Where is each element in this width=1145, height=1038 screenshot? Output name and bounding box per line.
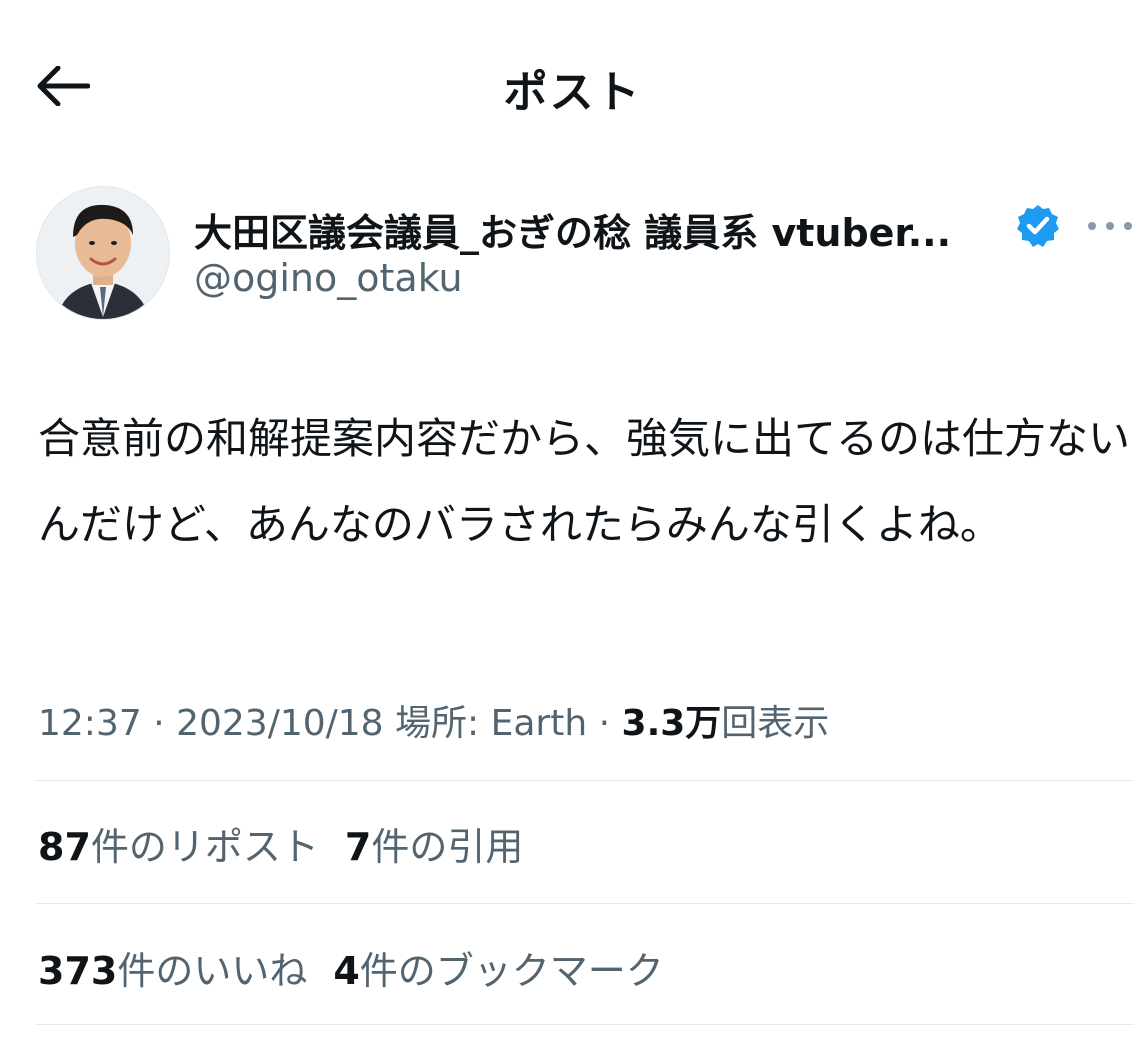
bookmarks-stat[interactable]: 4件のブックマーク [333, 940, 663, 995]
top-bar: ポスト [0, 0, 1145, 170]
views-label: 回表示 [721, 703, 830, 744]
post-meta: 12:37 · 2023/10/18 場所: Earth · 3.3万回表示 [38, 694, 829, 746]
likes-stat[interactable]: 373件のいいね [38, 940, 307, 995]
reposts-label: 件のリポスト [90, 825, 319, 869]
reposts-stat[interactable]: 87件のリポスト [38, 816, 319, 871]
avatar-image [37, 187, 169, 319]
quotes-stat[interactable]: 7件の引用 [345, 816, 523, 871]
divider [36, 780, 1134, 781]
author-display-name[interactable]: 大田区議会議員_おぎの稔 議員系 vtuber... [194, 202, 951, 257]
quotes-count: 7 [344, 825, 372, 869]
post-time[interactable]: 12:37 [38, 703, 142, 744]
post-date[interactable]: 2023/10/18 [176, 703, 384, 744]
views-count[interactable]: 3.3万 [622, 703, 722, 744]
stats-row-likes: 373件のいいね 4件のブックマーク [38, 940, 690, 995]
post-location[interactable]: 場所: Earth [395, 703, 587, 744]
verified-badge-icon [1017, 205, 1059, 247]
reposts-count: 87 [38, 825, 91, 869]
likes-label: 件のいいね [117, 949, 308, 993]
quotes-label: 件の引用 [371, 825, 524, 869]
divider [36, 1024, 1134, 1025]
more-horizontal-icon[interactable] [1080, 208, 1140, 244]
post-text: 合意前の和解提案内容だから、強気に出てるのは仕方ないんだけど、あんなのバラされた… [38, 414, 1131, 549]
meta-separator: · [587, 703, 622, 744]
page-title: ポスト [503, 67, 642, 118]
author-handle[interactable]: @ogino_otaku [194, 256, 463, 300]
avatar[interactable] [36, 186, 170, 320]
bookmarks-label: 件のブックマーク [359, 949, 664, 993]
bookmarks-count: 4 [333, 949, 360, 993]
likes-count: 373 [38, 949, 118, 993]
divider [36, 903, 1134, 904]
post-author: 大田区議会議員_おぎの稔 議員系 vtuber... @ogino_otaku [36, 186, 1132, 326]
stats-row-reposts: 87件のリポスト 7件の引用 [38, 816, 549, 871]
meta-separator: · [141, 703, 177, 744]
